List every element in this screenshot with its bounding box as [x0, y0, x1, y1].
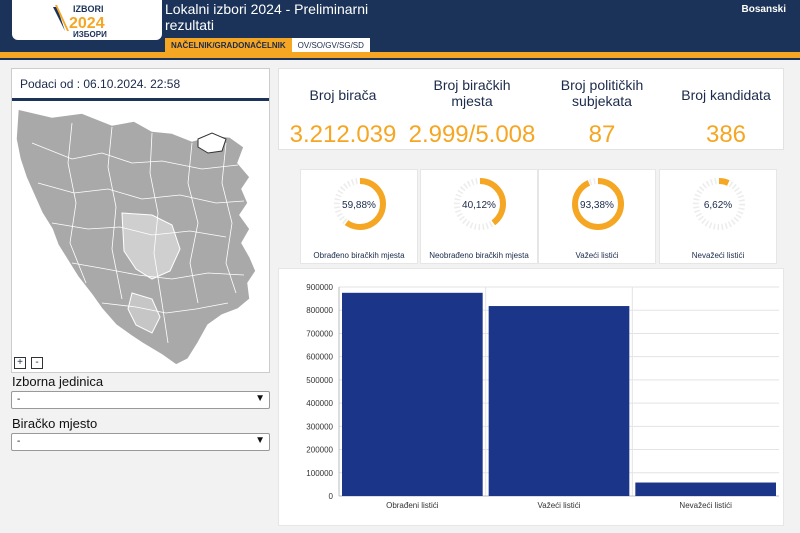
y-tick-label: 500000: [306, 376, 333, 385]
header-bar: IZBORI 2024 ИЗБОРИ Lokalni izbori 2024 -…: [0, 0, 800, 54]
stat-voters: Broj birača 3.212.039: [279, 75, 407, 148]
gauge-percent: 93,38%: [580, 200, 614, 211]
y-tick-label: 400000: [306, 399, 333, 408]
stat-value: 87: [588, 121, 616, 148]
gauge-percent: 6,62%: [703, 200, 733, 211]
gauge-label: Nevažeći listići: [691, 251, 745, 260]
bar: [342, 292, 483, 496]
stat-label: Broj kandidata: [681, 87, 771, 103]
summary-stats-panel: Broj birača 3.212.039 Broj biračkih mjes…: [278, 68, 784, 150]
x-tick-label: Važeći listići: [538, 501, 581, 510]
bar: [635, 482, 776, 496]
electoral-unit-select[interactable]: - ▼: [11, 391, 270, 409]
stat-candidates: Broj kandidata 386: [667, 75, 785, 148]
polling-station-label: Biračko mjesto: [12, 416, 98, 431]
svg-text:ИЗБОРИ: ИЗБОРИ: [73, 30, 107, 39]
map-zoom-out-button[interactable]: -: [31, 357, 43, 369]
y-tick-label: 300000: [306, 422, 333, 431]
polling-station-value: -: [17, 436, 21, 447]
electoral-unit-label: Izborna jedinica: [12, 374, 104, 389]
electoral-unit-value: -: [17, 394, 21, 405]
polling-station-select[interactable]: - ▼: [11, 433, 270, 451]
bih-municipality-map[interactable]: [12, 103, 269, 371]
bar: [488, 306, 630, 496]
stat-label: Broj političkih subjekata: [560, 77, 644, 109]
stat-political-subjects: Broj političkih subjekata 87: [537, 75, 667, 148]
stat-label: Broj biračkih mjesta: [433, 77, 511, 109]
chevron-down-icon: ▼: [255, 435, 265, 446]
map-zoom-in-button[interactable]: +: [14, 357, 26, 369]
y-tick-label: 100000: [306, 469, 333, 478]
ballots-bar-chart: 0 100000 200000 300000 400000 500000 600000 700…: [278, 268, 784, 526]
y-tick-label: 600000: [306, 353, 333, 362]
y-tick-label: 200000: [306, 446, 333, 455]
logo-icon: IZBORI 2024 ИЗБОРИ: [53, 4, 107, 39]
chevron-down-icon: ▼: [255, 393, 265, 404]
gauge-label: Obrađeno biračkih mjesta: [313, 251, 405, 260]
map-panel: Podaci od : 06.10.2024. 22:58: [11, 68, 270, 373]
y-tick-label: 800000: [306, 306, 333, 315]
header-divider: [0, 58, 800, 60]
gauge-percent: 40,12%: [462, 200, 496, 211]
y-tick-label: 0: [329, 492, 334, 501]
stat-value: 3.212.039: [289, 121, 397, 148]
election-logo[interactable]: IZBORI 2024 ИЗБОРИ: [12, 0, 162, 40]
gauge-label: Važeći listići: [575, 251, 619, 260]
timestamp-divider: [12, 98, 269, 101]
gauge-invalid-ballots: 6,62% Nevažeći listići: [659, 169, 777, 264]
gauge-percent: 59,88%: [342, 200, 376, 211]
y-tick-label: 700000: [306, 329, 333, 338]
stat-label: Broj birača: [309, 87, 377, 103]
x-tick-label: Nevažeći listići: [679, 501, 732, 510]
stat-polling-stations: Broj biračkih mjesta 2.999/5.008: [407, 75, 537, 148]
x-tick-label: Obrađeni listići: [386, 501, 439, 510]
app-title: Lokalni izbori 2024 - Preliminarni rezul…: [165, 1, 369, 33]
bar-chart-svg: 0 100000 200000 300000 400000 500000 600000 700…: [306, 283, 779, 510]
stat-value: 386: [705, 121, 747, 148]
gauge-unprocessed-stations: 40,12% Neobrađeno biračkih mjesta: [420, 169, 538, 264]
svg-text:IZBORI: IZBORI: [73, 4, 104, 14]
gauge-valid-ballots: 93,38% Važeći listići: [538, 169, 656, 264]
gauge-label: Neobrađeno biračkih mjesta: [429, 251, 529, 260]
stat-value: 2.999/5.008: [408, 121, 536, 148]
language-selector[interactable]: Bosanski: [742, 4, 786, 15]
gauge-processed-stations: 59,88% Obrađeno biračkih mjesta: [300, 169, 418, 264]
data-timestamp: Podaci od : 06.10.2024. 22:58: [20, 77, 181, 91]
y-tick-label: 900000: [306, 283, 333, 292]
